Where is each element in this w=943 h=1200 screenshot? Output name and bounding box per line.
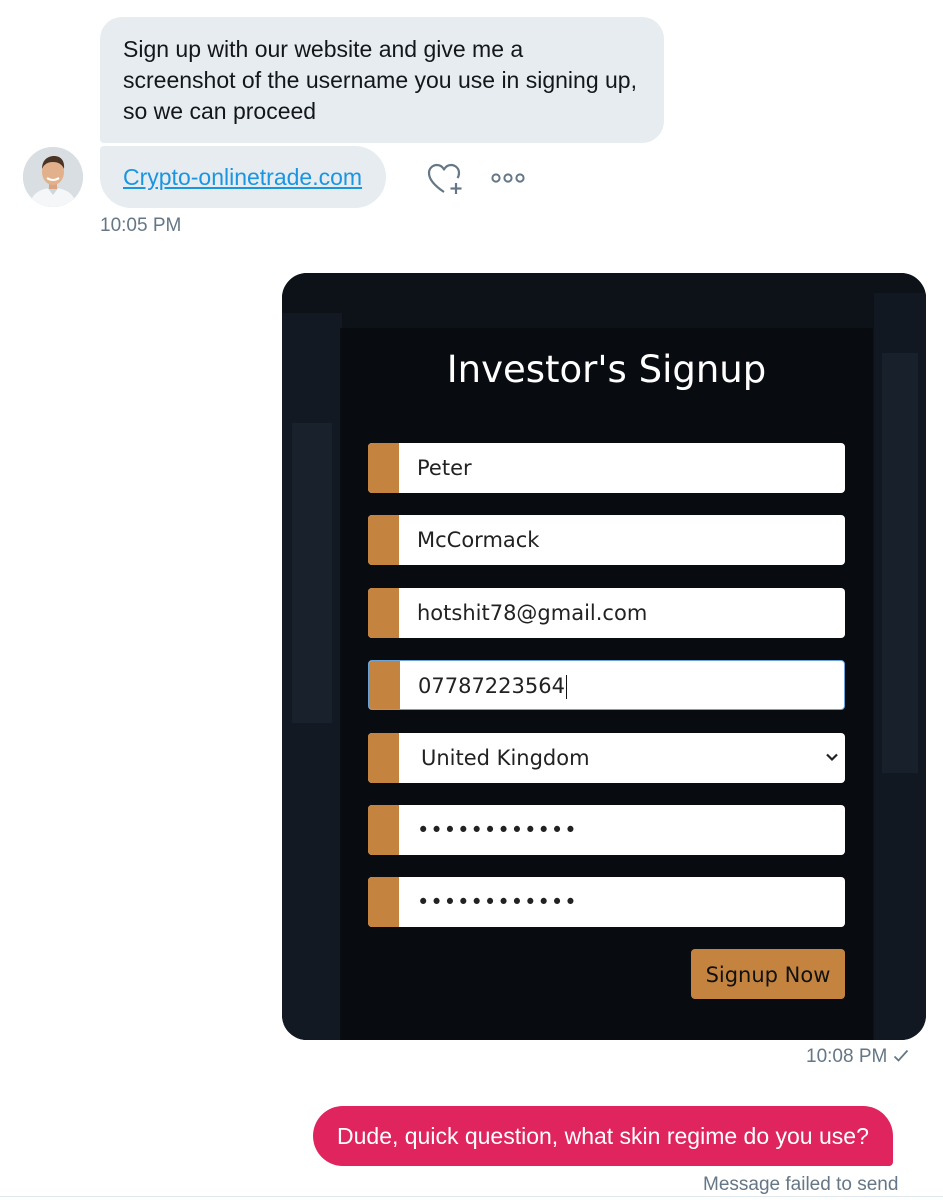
phone-field[interactable]: 07787223564 xyxy=(368,660,845,710)
incoming-link-bubble: Crypto-onlinetrade.com xyxy=(100,146,387,208)
sender-avatar[interactable] xyxy=(23,147,83,207)
country-select[interactable]: United Kingdom xyxy=(368,733,845,783)
form-title: Investor's Signup xyxy=(446,348,767,391)
signup-form-panel: Investor's Signup Peter McCormack hotshi… xyxy=(340,328,873,1040)
field-accent xyxy=(368,877,399,927)
phone-value: 07787223564 xyxy=(418,674,565,698)
outgoing-message-bubble: Dude, quick question, what skin regime d… xyxy=(313,1106,893,1166)
first-name-field[interactable]: Peter xyxy=(368,443,845,493)
confirm-password-field[interactable]: •••••••••••• xyxy=(368,877,845,927)
field-accent xyxy=(368,515,399,565)
phone-value-wrapper: 07787223564 xyxy=(418,661,567,709)
outgoing-timestamp-row: 10:08 PM xyxy=(806,1046,909,1068)
last-name-value: McCormack xyxy=(417,528,540,552)
divider xyxy=(0,1196,943,1197)
incoming-timestamp: 10:05 PM xyxy=(100,215,182,236)
more-options-icon[interactable] xyxy=(491,171,525,185)
country-value: United Kingdom xyxy=(421,746,590,770)
website-link[interactable]: Crypto-onlinetrade.com xyxy=(123,162,362,193)
last-name-field[interactable]: McCormack xyxy=(368,515,845,565)
text-caret xyxy=(565,675,567,699)
field-accent xyxy=(368,733,399,783)
checkmark-icon xyxy=(893,1049,908,1062)
field-accent xyxy=(368,443,399,493)
incoming-message-text: Sign up with our website and give me a s… xyxy=(123,36,637,124)
first-name-value: Peter xyxy=(417,456,472,480)
confirm-password-value: •••••••••••• xyxy=(417,890,578,914)
heart-plus-icon[interactable] xyxy=(427,162,465,196)
shared-screenshot-image[interactable]: Investor's Signup Peter McCormack hotshi… xyxy=(282,273,926,1040)
email-value: hotshit78@gmail.com xyxy=(417,601,648,625)
field-accent xyxy=(369,661,400,709)
incoming-message-bubble: Sign up with our website and give me a s… xyxy=(100,17,664,143)
email-field[interactable]: hotshit78@gmail.com xyxy=(368,588,845,638)
chevron-down-icon xyxy=(826,753,838,762)
field-accent xyxy=(368,588,399,638)
password-field[interactable]: •••••••••••• xyxy=(368,805,845,855)
field-accent xyxy=(368,805,399,855)
send-failed-status[interactable]: Message failed to send xyxy=(703,1174,898,1196)
outgoing-timestamp: 10:08 PM xyxy=(806,1046,888,1067)
signup-now-button[interactable]: Signup Now xyxy=(691,949,845,999)
outgoing-message-text: Dude, quick question, what skin regime d… xyxy=(337,1122,869,1149)
avatar-photo xyxy=(23,147,83,207)
password-value: •••••••••••• xyxy=(417,818,578,842)
